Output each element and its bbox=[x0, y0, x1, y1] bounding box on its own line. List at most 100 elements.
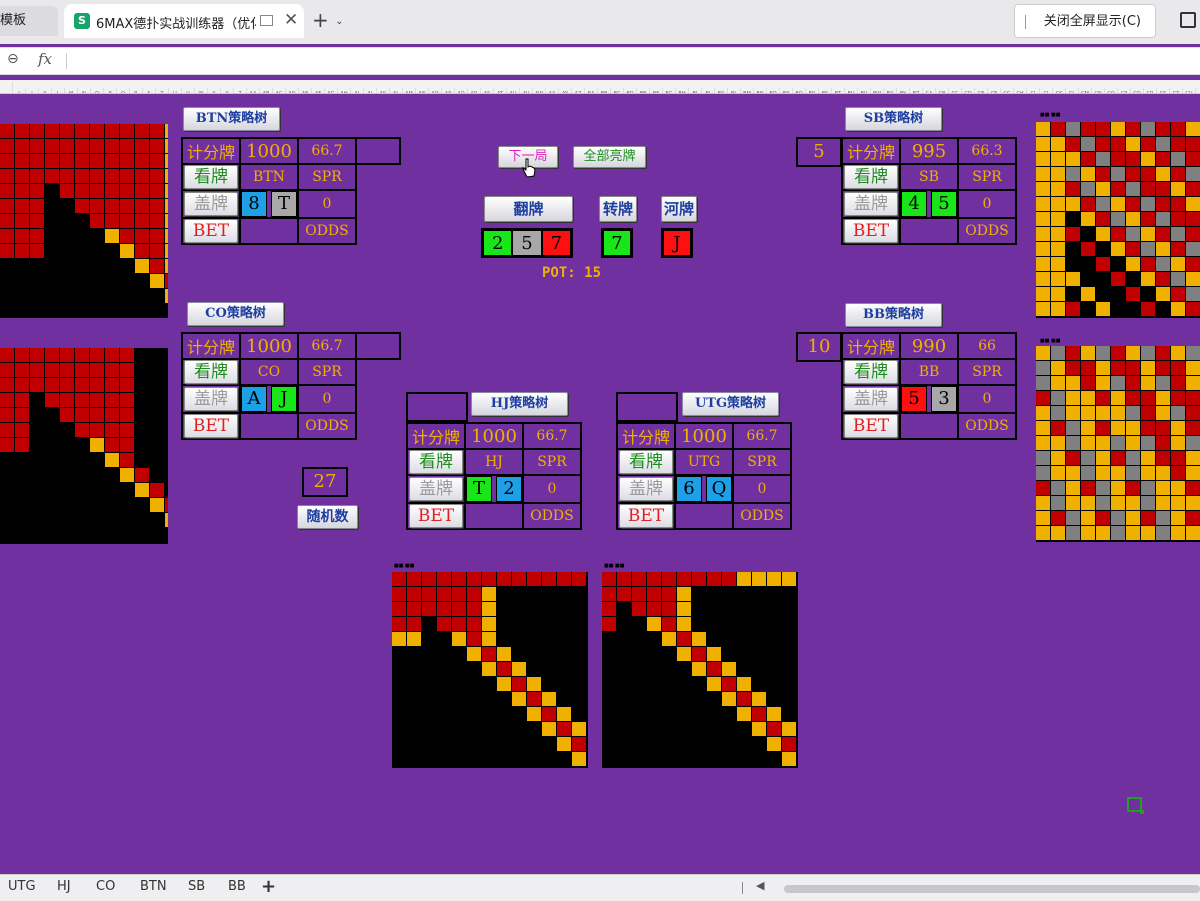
btn-fold-button[interactable]: 盖牌 bbox=[184, 192, 238, 216]
co-bet-button[interactable]: BET bbox=[184, 414, 238, 438]
column-header[interactable]: AR bbox=[468, 88, 481, 93]
utg-strategy-tree-button[interactable]: UTG策略树 bbox=[682, 392, 779, 416]
river-button[interactable]: 河牌 bbox=[661, 196, 697, 222]
column-header[interactable]: W bbox=[195, 88, 208, 93]
column-header[interactable]: CD bbox=[962, 88, 975, 93]
hj-fold-button[interactable]: 盖牌 bbox=[409, 477, 463, 501]
column-header[interactable]: BI bbox=[689, 88, 702, 93]
column-header[interactable]: AP bbox=[442, 88, 455, 93]
column-header[interactable]: CJ bbox=[1040, 88, 1053, 93]
column-header[interactable]: AA bbox=[247, 88, 260, 93]
column-header[interactable]: AC bbox=[273, 88, 286, 93]
zoom-icon[interactable]: ⊖ bbox=[7, 51, 19, 67]
column-header[interactable]: BK bbox=[715, 88, 728, 93]
column-header[interactable]: BH bbox=[676, 88, 689, 93]
column-header[interactable]: AF bbox=[312, 88, 325, 93]
utg-look-button[interactable]: 看牌 bbox=[619, 450, 673, 474]
column-header[interactable]: V bbox=[182, 88, 195, 93]
column-header[interactable]: CQ bbox=[1131, 88, 1144, 93]
column-header[interactable]: AI bbox=[351, 88, 364, 93]
btn-look-button[interactable]: 看牌 bbox=[184, 165, 238, 189]
exit-fullscreen-button[interactable]: 关闭全屏显示(C) bbox=[1014, 4, 1156, 38]
sb-fold-button[interactable]: 盖牌 bbox=[844, 192, 898, 216]
column-header[interactable]: AM bbox=[403, 88, 416, 93]
column-header[interactable]: N bbox=[78, 88, 91, 93]
column-header[interactable]: AJ bbox=[364, 88, 377, 93]
column-header[interactable]: BA bbox=[585, 88, 598, 93]
scroll-left-icon[interactable]: ◀ bbox=[756, 879, 764, 892]
column-header[interactable]: BP bbox=[780, 88, 793, 93]
column-header[interactable]: M bbox=[65, 88, 78, 93]
column-header[interactable]: CL bbox=[1066, 88, 1079, 93]
column-header[interactable]: BF bbox=[650, 88, 663, 93]
column-header[interactable]: I bbox=[13, 88, 26, 93]
tab-trainer-workbook[interactable]: S 6MAX德扑实战训练器（优化版 ✕ bbox=[64, 4, 304, 38]
column-header[interactable]: U bbox=[169, 88, 182, 93]
column-header[interactable]: CH bbox=[1014, 88, 1027, 93]
column-header[interactable]: AZ bbox=[572, 88, 585, 93]
hj-bet-button[interactable]: BET bbox=[409, 504, 463, 528]
utg-fold-button[interactable]: 盖牌 bbox=[619, 477, 673, 501]
column-header[interactable]: BU bbox=[845, 88, 858, 93]
column-header[interactable]: BG bbox=[663, 88, 676, 93]
column-header[interactable]: AK bbox=[377, 88, 390, 93]
sheet-tab-btn[interactable]: BTN bbox=[140, 879, 167, 894]
add-sheet-button[interactable]: + bbox=[261, 876, 276, 897]
column-header[interactable]: X bbox=[208, 88, 221, 93]
column-header[interactable]: BT bbox=[832, 88, 845, 93]
column-header[interactable]: CP bbox=[1118, 88, 1131, 93]
column-header[interactable]: AU bbox=[507, 88, 520, 93]
column-header[interactable]: CR bbox=[1144, 88, 1157, 93]
column-header[interactable]: CC bbox=[949, 88, 962, 93]
column-header[interactable]: BR bbox=[806, 88, 819, 93]
column-header[interactable]: AN bbox=[416, 88, 429, 93]
column-header[interactable]: AS bbox=[481, 88, 494, 93]
column-header[interactable]: AH bbox=[338, 88, 351, 93]
column-header[interactable]: BW bbox=[871, 88, 884, 93]
column-header[interactable]: CS bbox=[1157, 88, 1170, 93]
co-look-button[interactable]: 看牌 bbox=[184, 360, 238, 384]
column-header[interactable]: AT bbox=[494, 88, 507, 93]
column-header[interactable]: S bbox=[143, 88, 156, 93]
column-header[interactable]: BV bbox=[858, 88, 871, 93]
column-header[interactable]: BQ bbox=[793, 88, 806, 93]
column-header[interactable]: CU bbox=[1183, 88, 1196, 93]
column-header[interactable]: BY bbox=[897, 88, 910, 93]
sb-look-button[interactable]: 看牌 bbox=[844, 165, 898, 189]
sheet-tab-bb[interactable]: BB bbox=[228, 879, 246, 894]
bb-look-button[interactable]: 看牌 bbox=[844, 360, 898, 384]
btn-bet-button[interactable]: BET bbox=[184, 219, 238, 243]
column-header[interactable]: BS bbox=[819, 88, 832, 93]
column-header[interactable]: BO bbox=[767, 88, 780, 93]
hj-strategy-tree-button[interactable]: HJ策略树 bbox=[471, 392, 568, 416]
column-header[interactable]: AG bbox=[325, 88, 338, 93]
column-header[interactable]: CK bbox=[1053, 88, 1066, 93]
column-header[interactable]: AQ bbox=[455, 88, 468, 93]
sb-strategy-tree-button[interactable]: SB策略树 bbox=[845, 107, 942, 131]
column-header[interactable]: AL bbox=[390, 88, 403, 93]
column-header[interactable]: BX bbox=[884, 88, 897, 93]
co-strategy-tree-button[interactable]: CO策略树 bbox=[187, 302, 284, 326]
column-header[interactable]: AV bbox=[520, 88, 533, 93]
column-header[interactable]: AW bbox=[533, 88, 546, 93]
column-header[interactable]: AO bbox=[429, 88, 442, 93]
column-header[interactable]: BB bbox=[598, 88, 611, 93]
column-header[interactable]: CO bbox=[1105, 88, 1118, 93]
column-header[interactable]: AX bbox=[546, 88, 559, 93]
column-header[interactable]: CT bbox=[1170, 88, 1183, 93]
column-header[interactable] bbox=[0, 82, 13, 93]
column-header[interactable]: BD bbox=[624, 88, 637, 93]
column-header[interactable]: L bbox=[52, 88, 65, 93]
random-number-button[interactable]: 随机数 bbox=[297, 505, 358, 529]
column-header[interactable]: BN bbox=[754, 88, 767, 93]
column-header[interactable]: BJ bbox=[702, 88, 715, 93]
sb-bet-button[interactable]: BET bbox=[844, 219, 898, 243]
column-header[interactable]: AE bbox=[299, 88, 312, 93]
co-fold-button[interactable]: 盖牌 bbox=[184, 387, 238, 411]
column-header[interactable]: AY bbox=[559, 88, 572, 93]
column-header[interactable]: CG bbox=[1001, 88, 1014, 93]
column-header[interactable]: R bbox=[130, 88, 143, 93]
column-header[interactable]: Q bbox=[117, 88, 130, 93]
flop-button[interactable]: 翻牌 bbox=[484, 196, 573, 222]
column-header[interactable]: J bbox=[26, 88, 39, 93]
